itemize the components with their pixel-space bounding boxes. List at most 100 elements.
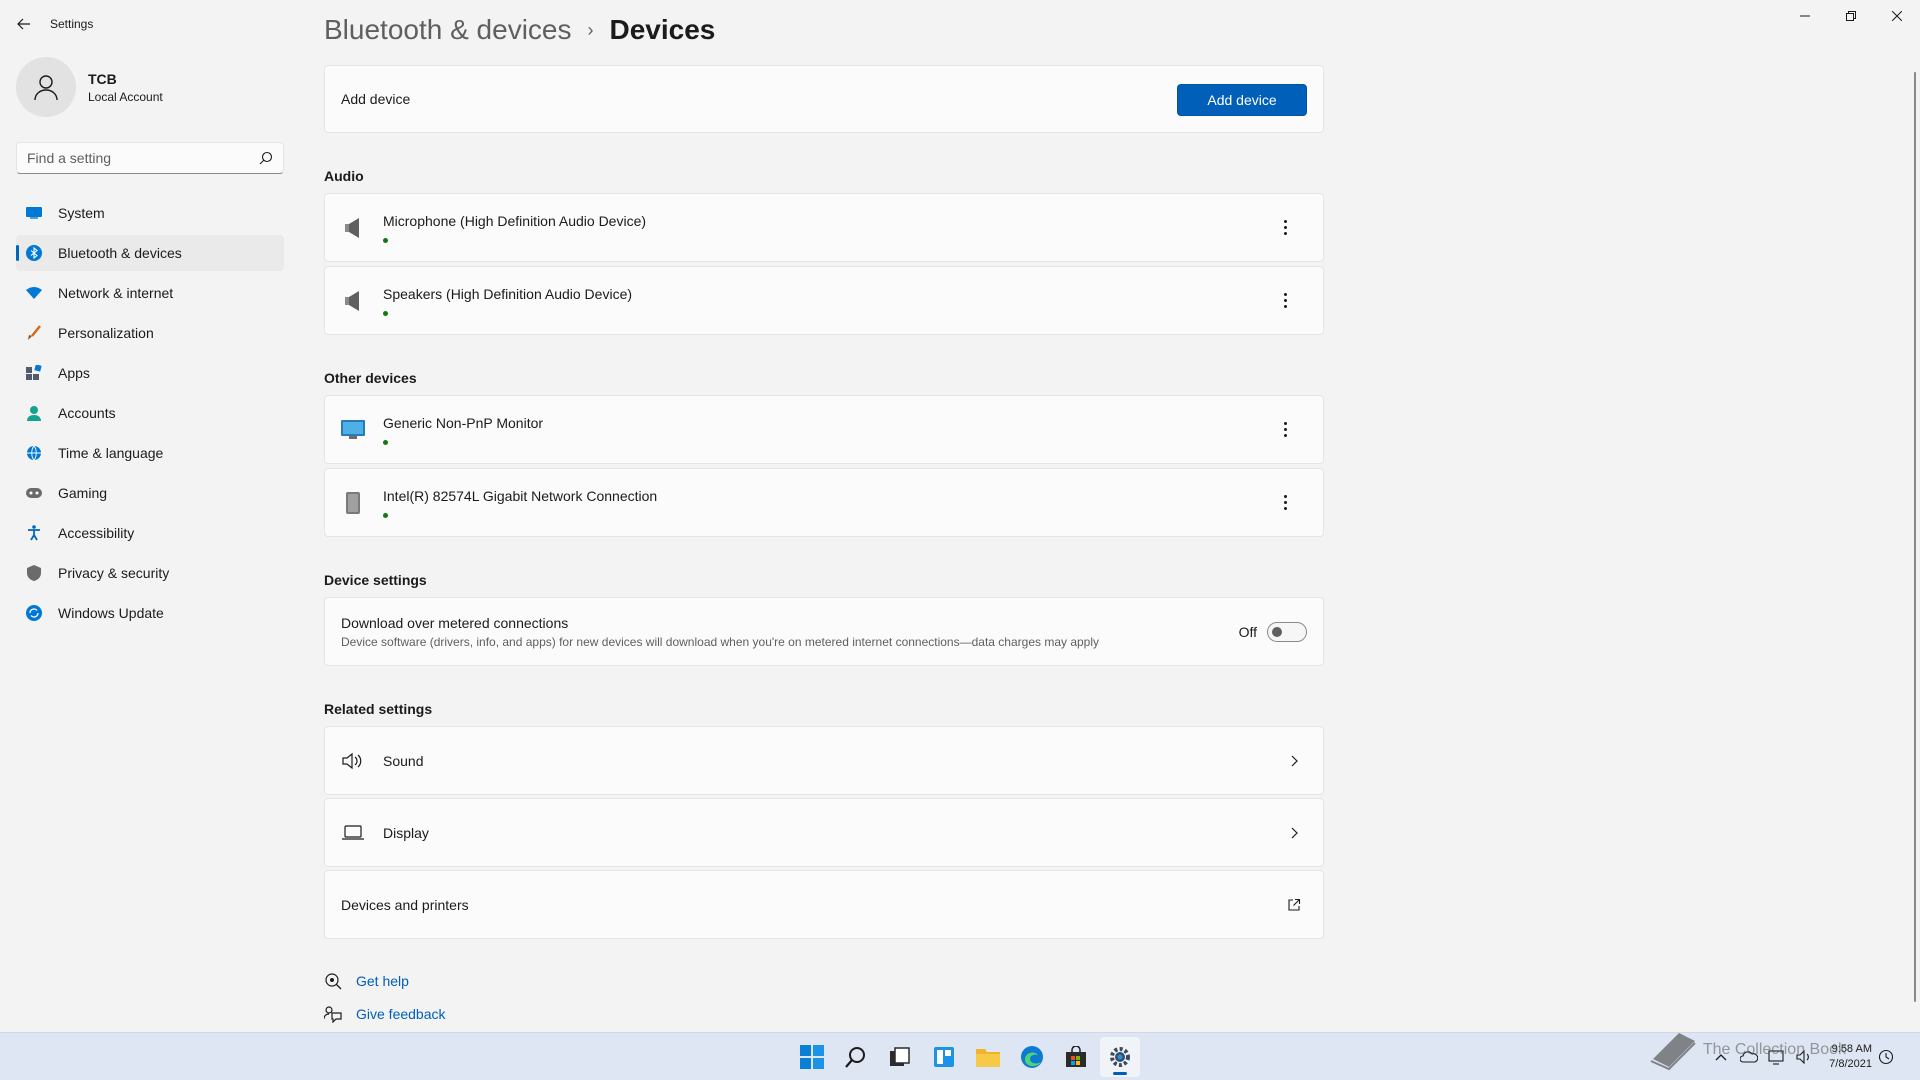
device-row-speakers[interactable]: Speakers (High Definition Audio Device) (324, 266, 1324, 335)
network-device-icon (341, 491, 365, 515)
task-view-icon (890, 1047, 910, 1066)
more-options-icon[interactable] (1275, 289, 1295, 313)
user-profile[interactable]: TCB Local Account (16, 57, 286, 117)
device-name: Generic Non-PnP Monitor (383, 414, 544, 431)
related-item-sound[interactable]: Sound (324, 726, 1324, 795)
sidebar-item-label: Time & language (58, 445, 164, 461)
feedback-icon (324, 1006, 342, 1023)
file-explorer-icon (976, 1049, 1000, 1067)
sound-icon (341, 749, 365, 773)
globe-icon (26, 445, 42, 461)
sidebar-item-label: Bluetooth & devices (58, 245, 182, 261)
search-box[interactable] (16, 142, 284, 174)
widgets-button[interactable] (924, 1037, 964, 1077)
chevron-right-icon (1291, 755, 1298, 766)
speaker-device-icon (341, 216, 365, 240)
book-logo-icon (1650, 1033, 1696, 1071)
store-button[interactable] (1056, 1037, 1096, 1077)
device-row-microphone[interactable]: Microphone (High Definition Audio Device… (324, 193, 1324, 262)
related-item-display[interactable]: Display (324, 798, 1324, 867)
restore-icon (1846, 11, 1856, 21)
sidebar-item-label: Gaming (58, 485, 108, 501)
breadcrumb-chevron-icon: › (587, 19, 594, 40)
more-options-icon[interactable] (1275, 418, 1295, 442)
accessibility-icon (26, 525, 42, 541)
related-item-label: Sound (383, 752, 424, 769)
setting-description: Device software (drivers, info, and apps… (341, 634, 1100, 649)
device-row-monitor[interactable]: Generic Non-PnP Monitor (324, 395, 1324, 464)
minimize-icon (1800, 15, 1810, 17)
search-icon[interactable] (259, 151, 273, 165)
store-icon (1066, 1046, 1086, 1067)
get-help-link[interactable]: Get help (356, 973, 409, 989)
connected-status-dot (383, 237, 388, 243)
metered-download-setting: Download over metered connections Device… (324, 597, 1324, 666)
sidebar-item-network-internet[interactable]: Network & internet (16, 275, 284, 311)
sidebar-item-gaming[interactable]: Gaming (16, 475, 284, 511)
close-button[interactable] (1874, 0, 1920, 32)
watermark-text: The Collection Book (1702, 1041, 1846, 1058)
system-icon (26, 205, 42, 221)
settings-icon (1110, 1047, 1130, 1067)
device-name: Intel(R) 82574L Gigabit Network Connecti… (383, 487, 658, 504)
sidebar-item-personalization[interactable]: Personalization (16, 315, 284, 351)
back-arrow-icon (17, 18, 30, 30)
sidebar-item-privacy-security[interactable]: Privacy & security (16, 555, 284, 591)
edge-button[interactable] (1012, 1037, 1052, 1077)
sidebar-item-label: Accessibility (58, 525, 135, 541)
sidebar-item-windows-update[interactable]: Windows Update (16, 595, 284, 631)
notifications-icon[interactable] (1875, 1046, 1897, 1068)
more-options-icon[interactable] (1275, 216, 1295, 240)
speaker-device-icon (341, 289, 365, 313)
back-button[interactable] (14, 14, 34, 34)
sidebar-nav: System Bluetooth & devices Network & int… (16, 195, 284, 635)
vertical-scrollbar[interactable] (1914, 72, 1916, 1002)
sidebar-item-apps[interactable]: Apps (16, 355, 284, 391)
audio-section-title: Audio (324, 168, 364, 184)
app-title: Settings (50, 17, 94, 31)
get-help-icon (325, 973, 342, 990)
update-icon (26, 605, 42, 621)
more-options-icon[interactable] (1275, 491, 1295, 515)
metered-toggle-group: Off (1238, 621, 1307, 642)
add-device-button[interactable]: Add device (1177, 84, 1307, 116)
give-feedback-link[interactable]: Give feedback (356, 1006, 446, 1022)
search-icon (845, 1047, 865, 1068)
gamepad-icon (26, 485, 42, 501)
wifi-icon (26, 285, 42, 301)
minimize-button[interactable] (1782, 0, 1828, 32)
connected-status-dot (383, 439, 388, 445)
apps-icon (26, 365, 42, 381)
restore-button[interactable] (1828, 0, 1874, 32)
related-item-devices-printers[interactable]: Devices and printers (324, 870, 1324, 939)
shield-icon (26, 565, 42, 581)
sidebar-item-time-language[interactable]: Time & language (16, 435, 284, 471)
avatar (16, 57, 76, 117)
add-device-card: Add device Add device (324, 65, 1324, 133)
search-input[interactable] (27, 150, 259, 166)
device-settings-section-title: Device settings (324, 572, 427, 588)
sidebar-item-system[interactable]: System (16, 195, 284, 231)
profile-name: TCB (88, 70, 117, 87)
edge-icon (1021, 1046, 1043, 1068)
toggle-state-label: Off (1238, 623, 1257, 640)
metered-toggle-switch[interactable] (1267, 621, 1307, 642)
watermark: The Collection Book (1649, 1029, 1846, 1071)
sidebar-item-bluetooth-devices[interactable]: Bluetooth & devices (16, 235, 284, 271)
device-row-network[interactable]: Intel(R) 82574L Gigabit Network Connecti… (324, 468, 1324, 537)
task-view-button[interactable] (880, 1037, 920, 1077)
brush-icon (26, 325, 42, 341)
settings-taskbar-button[interactable] (1100, 1037, 1140, 1077)
sidebar-item-accounts[interactable]: Accounts (16, 395, 284, 431)
taskbar: 9:58 AM 7/8/2021 (0, 1032, 1920, 1080)
sidebar-item-accessibility[interactable]: Accessibility (16, 515, 284, 551)
sidebar-item-label: Network & internet (58, 285, 174, 301)
taskbar-search-button[interactable] (836, 1037, 876, 1077)
breadcrumb-parent[interactable]: Bluetooth & devices (324, 14, 572, 46)
close-icon (1892, 11, 1902, 21)
file-explorer-button[interactable] (968, 1037, 1008, 1077)
accounts-icon (26, 405, 42, 421)
start-button[interactable] (792, 1037, 832, 1077)
chevron-right-icon (1291, 827, 1298, 838)
user-icon (34, 75, 58, 101)
